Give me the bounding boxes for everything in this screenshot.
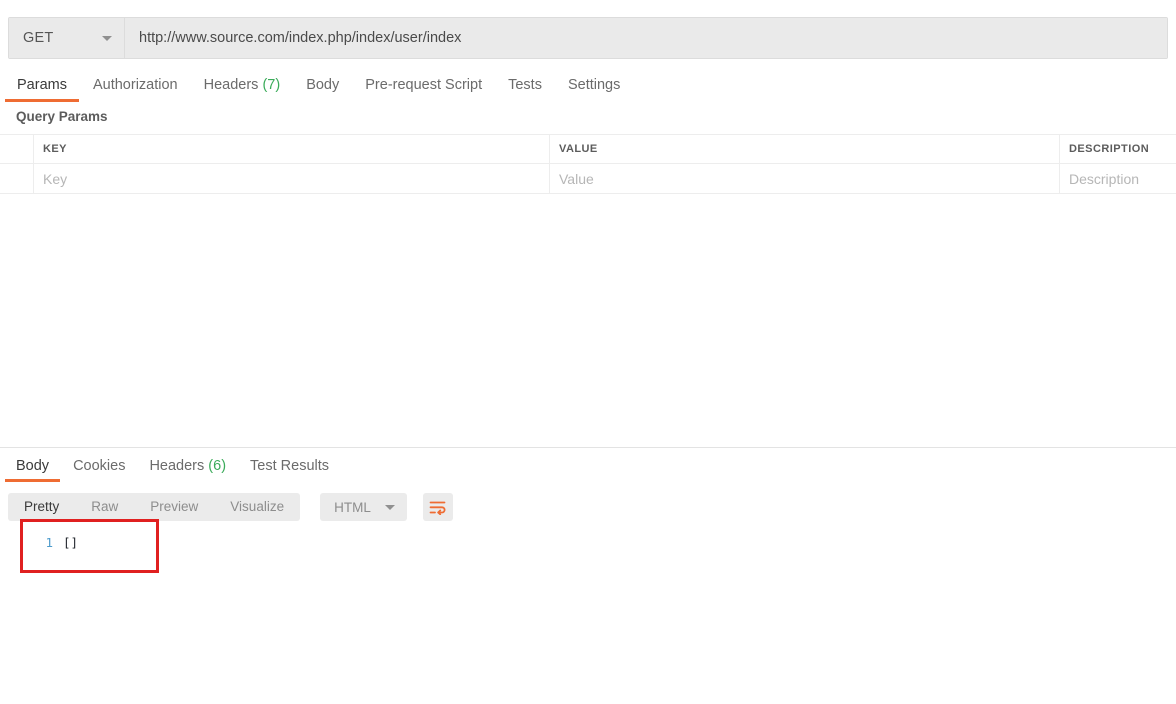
param-description-placeholder: Description bbox=[1069, 170, 1140, 187]
query-params-title: Query Params bbox=[16, 109, 108, 124]
view-mode-visualize-label: Visualize bbox=[230, 499, 285, 514]
tab-headers[interactable]: Headers (7) bbox=[191, 70, 294, 102]
tab-tests-label: Tests bbox=[508, 77, 542, 93]
response-tab-body[interactable]: Body bbox=[4, 452, 61, 482]
response-tab-headers[interactable]: Headers (6) bbox=[137, 452, 238, 482]
param-key-placeholder: Key bbox=[43, 170, 68, 187]
query-params-table: KEY VALUE DESCRIPTION Key Value Descript… bbox=[0, 134, 1176, 194]
code-line-number: 1 bbox=[45, 535, 53, 550]
wrap-lines-icon bbox=[429, 501, 446, 515]
response-tab-headers-label: Headers bbox=[149, 458, 205, 474]
chevron-down-icon bbox=[384, 504, 395, 510]
code-line-text: [] bbox=[63, 535, 79, 550]
response-tab-test-results[interactable]: Test Results bbox=[238, 452, 341, 482]
view-mode-pretty-label: Pretty bbox=[24, 499, 60, 514]
view-mode-raw[interactable]: Raw bbox=[75, 493, 134, 521]
http-method-dropdown[interactable]: GET bbox=[9, 18, 125, 58]
tab-tests[interactable]: Tests bbox=[495, 70, 555, 102]
tab-body-label: Body bbox=[306, 77, 340, 93]
param-value-input[interactable]: Value bbox=[550, 164, 1060, 193]
request-url-bar: GET http://www.source.com/index.php/inde… bbox=[8, 17, 1168, 59]
view-mode-pretty[interactable]: Pretty bbox=[8, 493, 75, 521]
wrap-lines-button[interactable] bbox=[422, 493, 453, 521]
tab-params-label: Params bbox=[17, 77, 67, 93]
param-value-placeholder: Value bbox=[559, 170, 594, 187]
row-checkbox-cell[interactable] bbox=[0, 164, 34, 193]
tab-authorization[interactable]: Authorization bbox=[80, 70, 191, 102]
header-checkbox-cell bbox=[0, 135, 34, 163]
tab-settings-label: Settings bbox=[567, 77, 621, 93]
header-description-cell: DESCRIPTION bbox=[1060, 135, 1176, 163]
tab-pre-request-script-label: Pre-request Script bbox=[365, 77, 483, 93]
request-tab-bar: Params Authorization Headers (7) Body Pr… bbox=[0, 70, 1176, 102]
response-view-mode-group: Pretty Raw Preview Visualize bbox=[8, 493, 301, 521]
response-tab-body-label: Body bbox=[16, 458, 50, 474]
tab-authorization-label: Authorization bbox=[92, 77, 178, 93]
header-key-cell: KEY bbox=[34, 135, 550, 163]
view-mode-preview[interactable]: Preview bbox=[134, 493, 214, 521]
tab-pre-request-script[interactable]: Pre-request Script bbox=[352, 70, 495, 102]
view-mode-preview-label: Preview bbox=[150, 499, 199, 514]
chevron-down-icon bbox=[102, 35, 112, 41]
column-header-value: VALUE bbox=[559, 143, 598, 155]
tab-headers-count: (7) bbox=[262, 77, 281, 93]
tab-params[interactable]: Params bbox=[4, 70, 80, 102]
response-tab-cookies[interactable]: Cookies bbox=[61, 452, 137, 482]
response-tab-bar: Body Cookies Headers (6) Test Results bbox=[0, 452, 341, 482]
tab-headers-label: Headers bbox=[203, 77, 259, 93]
table-header-row: KEY VALUE DESCRIPTION bbox=[0, 134, 1176, 164]
request-url-input[interactable]: http://www.source.com/index.php/index/us… bbox=[125, 18, 1167, 58]
table-row: Key Value Description bbox=[0, 164, 1176, 194]
code-line: 1 [] bbox=[23, 535, 78, 550]
http-method-label: GET bbox=[23, 30, 54, 46]
response-tab-cookies-label: Cookies bbox=[73, 458, 126, 474]
view-mode-visualize[interactable]: Visualize bbox=[214, 493, 300, 521]
column-header-key: KEY bbox=[43, 143, 67, 155]
response-format-dropdown[interactable]: HTML bbox=[320, 493, 407, 521]
param-description-input[interactable]: Description bbox=[1060, 164, 1176, 193]
column-header-description: DESCRIPTION bbox=[1069, 143, 1150, 155]
response-format-label: HTML bbox=[334, 499, 371, 515]
response-body-code-area[interactable]: 1 [] bbox=[20, 519, 159, 573]
view-mode-raw-label: Raw bbox=[91, 499, 119, 514]
response-section-divider bbox=[0, 447, 1176, 448]
tab-settings[interactable]: Settings bbox=[555, 70, 633, 102]
response-tab-test-results-label: Test Results bbox=[250, 458, 330, 474]
param-key-input[interactable]: Key bbox=[34, 164, 550, 193]
tab-body[interactable]: Body bbox=[293, 70, 352, 102]
response-toolbar: Pretty Raw Preview Visualize HTML bbox=[8, 493, 453, 521]
response-tab-headers-count: (6) bbox=[208, 458, 227, 474]
header-value-cell: VALUE bbox=[550, 135, 1060, 163]
